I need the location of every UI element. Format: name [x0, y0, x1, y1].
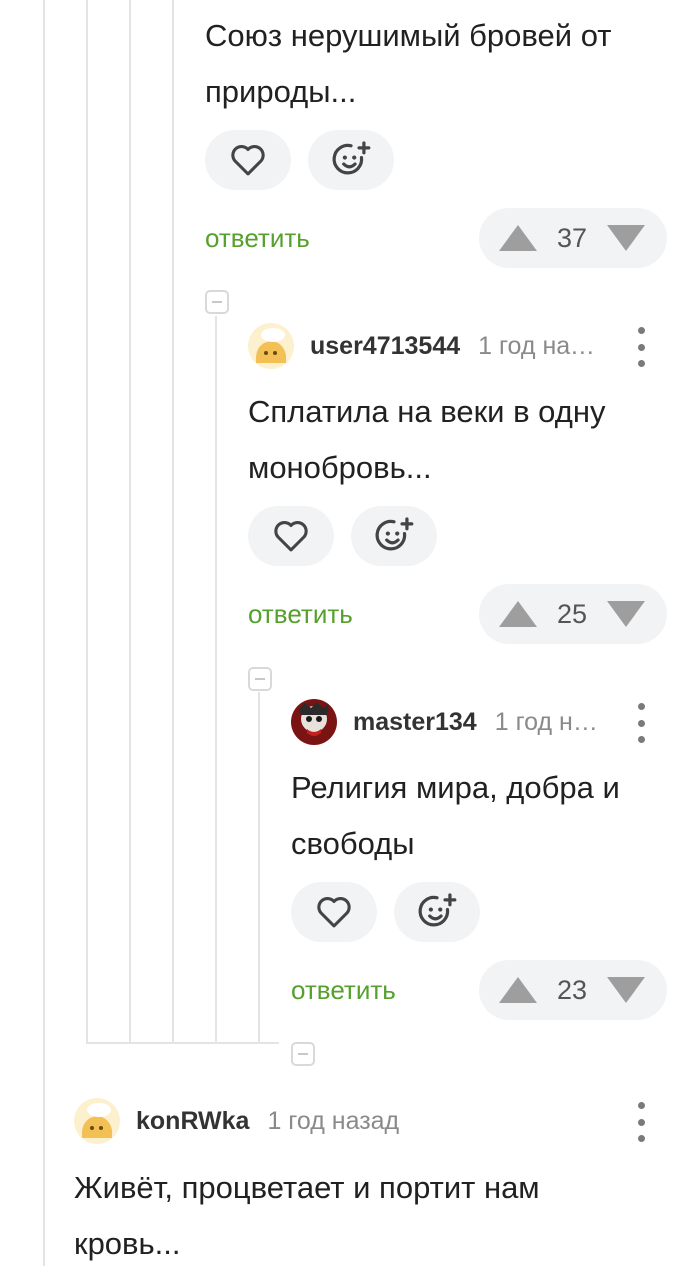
add-reaction-button[interactable]: [351, 506, 437, 566]
comment-text: Союз нерушимый бровей от природы...: [205, 18, 612, 109]
add-reaction-button[interactable]: [394, 882, 480, 942]
comment-text: Сплатила на веки в одну монобровь...: [248, 394, 606, 485]
more-options-button[interactable]: [631, 327, 651, 367]
heart-icon: [231, 145, 265, 176]
add-emoji-icon: [375, 517, 414, 551]
comment-header: konRWka 1 год назад: [74, 1098, 618, 1144]
rating-count: 23: [556, 974, 588, 1005]
triangle-up-icon[interactable]: [499, 601, 537, 627]
user-avatar-image: [291, 699, 337, 745]
avatar[interactable]: [291, 699, 337, 745]
like-button[interactable]: [291, 882, 377, 942]
like-button[interactable]: [248, 506, 334, 566]
thread-line: [43, 0, 45, 1266]
vote-control: 25: [479, 584, 667, 644]
like-button[interactable]: [205, 130, 291, 190]
default-avatar-icon: [248, 323, 294, 369]
thread-line: [129, 0, 131, 1044]
rating-count: 37: [556, 222, 588, 253]
triangle-down-icon[interactable]: [606, 225, 645, 251]
default-avatar-icon: [74, 1098, 120, 1144]
comment-text: Живёт, процветает и портит нам кровь...: [74, 1170, 540, 1261]
collapse-button[interactable]: [248, 667, 272, 691]
comment-text: Религия мира, добра и свободы: [291, 770, 620, 861]
triangle-down-icon[interactable]: [606, 601, 645, 627]
vote-control: 37: [479, 208, 667, 268]
collapse-button[interactable]: [291, 1042, 315, 1066]
thread-line: [258, 692, 260, 1044]
reply-button[interactable]: ответить: [248, 598, 353, 630]
thread-branch-line: [86, 1042, 279, 1044]
vertical-dots-icon: [637, 327, 645, 334]
thread-line: [215, 316, 217, 1044]
thread-line: [86, 0, 88, 1044]
triangle-up-icon[interactable]: [499, 977, 537, 1003]
username[interactable]: master134: [353, 708, 477, 737]
username[interactable]: user4713544: [310, 332, 460, 361]
rating-count: 25: [556, 598, 588, 629]
reply-button[interactable]: ответить: [291, 974, 396, 1006]
heart-icon: [317, 897, 351, 928]
vote-control: 23: [479, 960, 667, 1020]
comment-header: master134 1 год назад: [291, 699, 618, 745]
triangle-down-icon[interactable]: [606, 977, 645, 1003]
username[interactable]: konRWka: [136, 1107, 249, 1136]
vertical-dots-icon: [637, 703, 645, 710]
more-options-button[interactable]: [631, 1102, 651, 1142]
add-reaction-button[interactable]: [308, 130, 394, 190]
heart-icon: [274, 521, 308, 552]
triangle-up-icon[interactable]: [499, 225, 537, 251]
add-emoji-icon: [332, 141, 371, 175]
timestamp: 1 год назад: [494, 707, 601, 736]
vertical-dots-icon: [637, 1102, 645, 1109]
collapse-button[interactable]: [205, 290, 229, 314]
timestamp: 1 год назад: [267, 1106, 400, 1135]
comment-header: user4713544 1 год назад: [248, 323, 618, 369]
add-emoji-icon: [418, 893, 457, 927]
avatar[interactable]: [248, 323, 294, 369]
thread-line: [172, 0, 174, 1044]
avatar[interactable]: [74, 1098, 120, 1144]
reply-button[interactable]: ответить: [205, 222, 310, 254]
more-options-button[interactable]: [631, 703, 651, 743]
timestamp: 1 год назад: [478, 331, 607, 360]
